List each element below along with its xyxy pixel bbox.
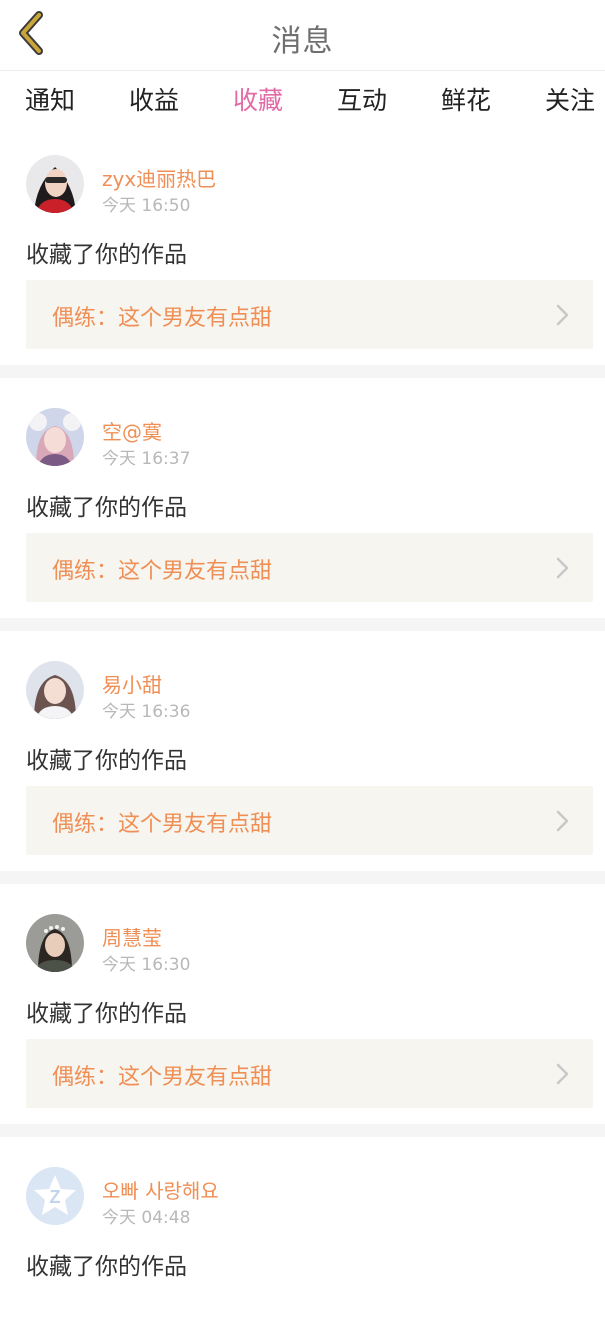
timestamp: 今天 16:37 (102, 449, 191, 469)
tab-flowers[interactable]: 鲜花 (441, 81, 491, 121)
list-item: 周慧莹 今天 16:30 收藏了你的作品 偶练：这个男友有点甜 (0, 884, 605, 1124)
avatar[interactable] (26, 408, 84, 466)
work-link[interactable]: 偶练：这个男友有点甜 (26, 533, 593, 602)
divider (0, 1124, 605, 1137)
page-title: 消息 (271, 24, 334, 59)
work-title: 偶练：这个男友有点甜 (52, 306, 273, 331)
tab-earnings[interactable]: 收益 (129, 81, 179, 121)
divider (0, 871, 605, 884)
default-avatar-icon[interactable]: Z (26, 1167, 84, 1225)
divider (0, 618, 605, 631)
tab-label: 关注 (545, 86, 596, 115)
tab-notifications[interactable]: 通知 (25, 81, 75, 121)
action-text: 收藏了你的作品 (26, 748, 187, 774)
tab-interactions[interactable]: 互动 (337, 81, 387, 121)
action-text: 收藏了你的作品 (26, 495, 187, 521)
username[interactable]: 易小甜 (102, 669, 162, 698)
top-bar: 消息 (0, 0, 605, 71)
category-tabs: 通知 收益 收藏 互动 鲜花 关注 (0, 71, 605, 131)
timestamp: 今天 16:36 (102, 702, 191, 722)
timestamp: 今天 16:50 (102, 196, 191, 216)
chevron-right-icon (556, 810, 569, 832)
tab-label: 通知 (25, 86, 76, 115)
tab-label: 鲜花 (441, 86, 492, 115)
tab-favorites[interactable]: 收藏 (233, 81, 284, 131)
list-item: zyx迪丽热巴 今天 16:50 收藏了你的作品 偶练：这个男友有点甜 (0, 125, 605, 365)
divider (0, 365, 605, 378)
tab-following[interactable]: 关注 (545, 81, 595, 121)
username[interactable]: 空@寞 (102, 416, 162, 445)
chevron-right-icon (556, 1063, 569, 1085)
avatar[interactable] (26, 661, 84, 719)
tab-label: 收藏 (233, 86, 284, 115)
action-text: 收藏了你的作品 (26, 1254, 187, 1280)
username[interactable]: 오빠 사랑해요 (102, 1175, 219, 1204)
chevron-right-icon (556, 304, 569, 326)
list-item: Z 오빠 사랑해요 今天 04:48 收藏了你的作品 (0, 1137, 605, 1317)
notification-list: zyx迪丽热巴 今天 16:50 收藏了你的作品 偶练：这个男友有点甜 空@寞 … (0, 125, 605, 1317)
work-link[interactable]: 偶练：这个男友有点甜 (26, 280, 593, 349)
tab-label: 收益 (129, 86, 180, 115)
list-item: 易小甜 今天 16:36 收藏了你的作品 偶练：这个男友有点甜 (0, 631, 605, 871)
work-title: 偶练：这个男友有点甜 (52, 559, 273, 584)
username[interactable]: zyx迪丽热巴 (102, 163, 216, 192)
list-item: 空@寞 今天 16:37 收藏了你的作品 偶练：这个男友有点甜 (0, 378, 605, 618)
avatar[interactable] (26, 914, 84, 972)
timestamp: 今天 04:48 (102, 1208, 191, 1228)
work-title: 偶练：这个男友有点甜 (52, 812, 273, 837)
work-title: 偶练：这个男友有点甜 (52, 1065, 273, 1090)
action-text: 收藏了你的作品 (26, 1001, 187, 1027)
tab-label: 互动 (337, 86, 388, 115)
chevron-right-icon (556, 557, 569, 579)
username[interactable]: 周慧莹 (102, 922, 162, 951)
work-link[interactable]: 偶练：这个男友有点甜 (26, 786, 593, 855)
svg-text:Z: Z (50, 1187, 61, 1207)
action-text: 收藏了你的作品 (26, 242, 187, 268)
avatar[interactable] (26, 155, 84, 213)
timestamp: 今天 16:30 (102, 955, 191, 975)
work-link[interactable]: 偶练：这个男友有点甜 (26, 1039, 593, 1108)
